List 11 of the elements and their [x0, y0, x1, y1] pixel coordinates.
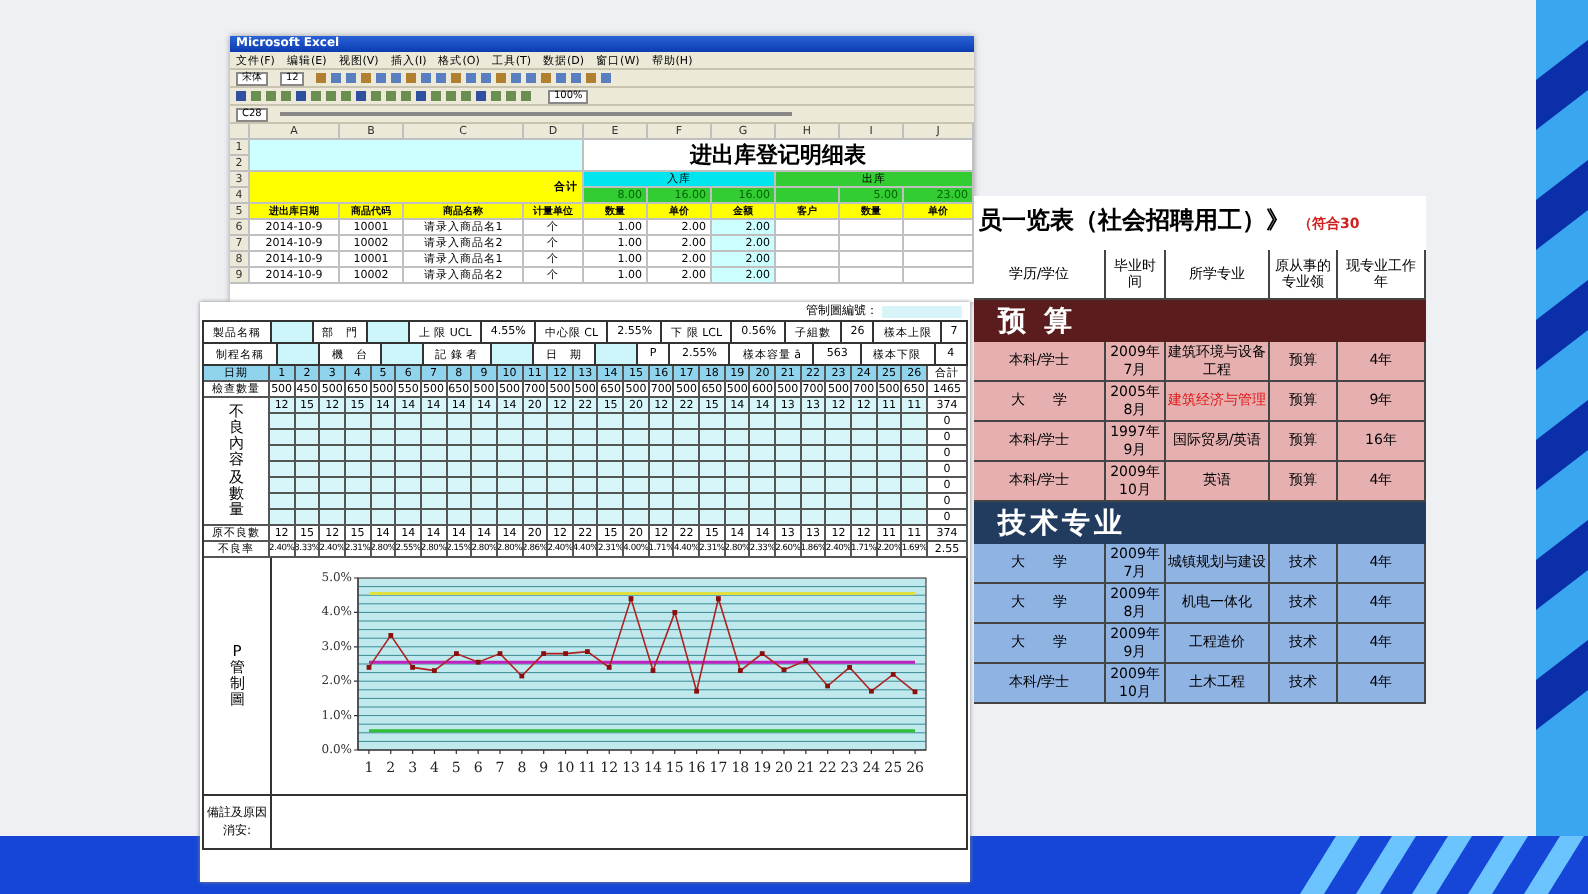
section-banner: 技术专业	[974, 502, 1426, 544]
input-field[interactable]	[492, 344, 535, 364]
input-field[interactable]	[271, 322, 314, 342]
input-field[interactable]	[368, 322, 411, 342]
table-title: 员一览表（社会招聘用工）》	[978, 204, 1290, 238]
section-banner: 预 算	[974, 300, 1426, 342]
input-field[interactable]	[595, 344, 638, 364]
sheet-title: 进出库登记明细表	[584, 140, 974, 172]
input-field[interactable]	[381, 344, 424, 364]
input-field[interactable]	[277, 344, 320, 364]
chart-number-field[interactable]	[882, 305, 962, 317]
